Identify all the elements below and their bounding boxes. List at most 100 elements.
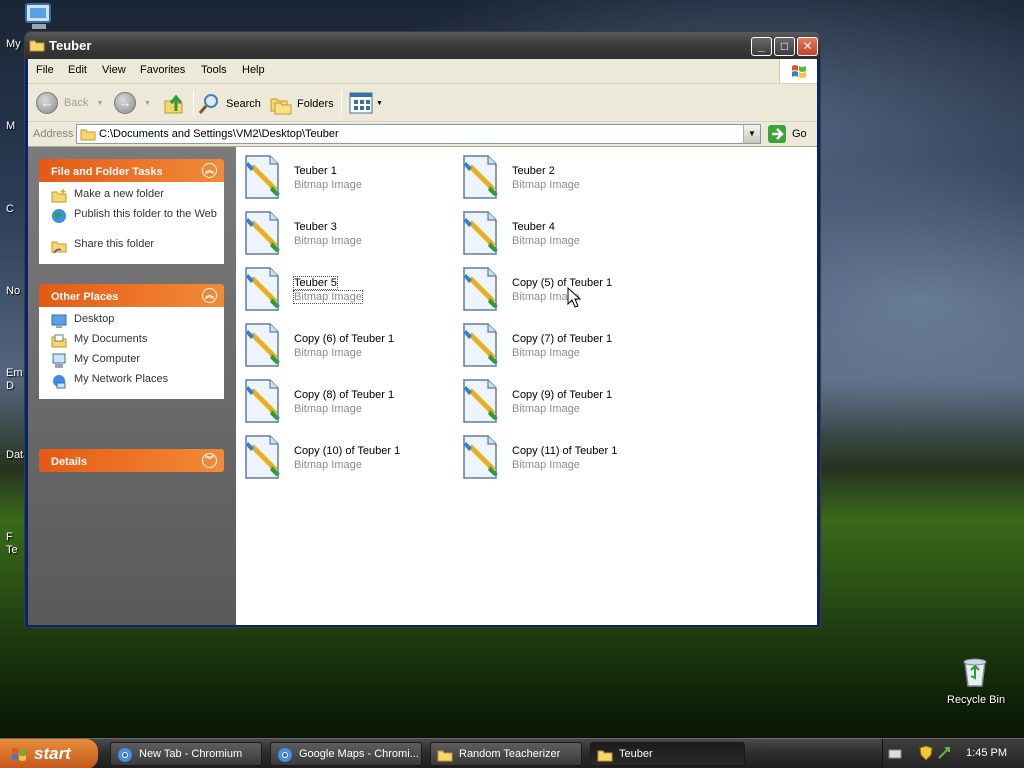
back-dropdown-icon[interactable]: ▼ <box>96 100 103 107</box>
desktop-icon-label[interactable]: C <box>6 203 14 215</box>
task-publish-folder[interactable]: Publish this folder to the Web <box>51 208 224 238</box>
place-my-documents[interactable]: My Documents <box>51 333 224 353</box>
file-item[interactable]: Teuber 5 Bitmap Image <box>238 262 448 312</box>
file-folder-tasks-panel: File and Folder Tasks ︽ Make a new folde… <box>39 159 224 264</box>
expand-chevron-icon[interactable]: ︾ <box>202 453 217 468</box>
folders-button[interactable]: Folders <box>269 92 334 116</box>
network-icon[interactable] <box>937 746 951 762</box>
task-make-new-folder[interactable]: Make a new folder <box>51 188 224 208</box>
address-label: Address <box>33 128 74 140</box>
back-button[interactable]: ← Back ▼ <box>36 92 103 114</box>
place-my-network-places[interactable]: My Network Places <box>51 373 224 393</box>
details-panel: Details ︾ <box>39 449 224 472</box>
desktop-icon-label[interactable]: D <box>6 380 14 392</box>
file-item[interactable]: Copy (10) of Teuber 1 Bitmap Image <box>238 430 448 480</box>
other-places-body: Desktop My Documents My Computer My Netw… <box>39 307 224 399</box>
bitmap-image-icon <box>460 210 504 256</box>
window-title-bar[interactable]: Teuber _ □ ✕ <box>25 32 820 59</box>
bitmap-image-icon <box>242 434 286 480</box>
file-item[interactable]: Teuber 1 Bitmap Image <box>238 150 448 200</box>
go-arrow-icon <box>768 125 786 143</box>
taskbar-button[interactable]: Google Maps - Chromi... <box>270 742 422 766</box>
file-folder-tasks-title: File and Folder Tasks <box>51 166 163 178</box>
menu-help[interactable]: Help <box>242 64 265 76</box>
taskbar-button[interactable]: New Tab - Chromium <box>110 742 262 766</box>
folders-icon <box>270 98 292 115</box>
file-item[interactable]: Copy (6) of Teuber 1 Bitmap Image <box>238 318 448 368</box>
details-header[interactable]: Details ︾ <box>39 449 224 472</box>
file-item[interactable]: Teuber 4 Bitmap Image <box>456 206 666 256</box>
file-folder-tasks-header[interactable]: File and Folder Tasks ︽ <box>39 159 224 182</box>
place-my-computer[interactable]: My Computer <box>51 353 224 373</box>
desktop-icon-label[interactable]: M <box>6 120 15 132</box>
bitmap-image-icon <box>460 434 504 480</box>
desktop-icon-computer[interactable] <box>22 2 54 32</box>
search-icon <box>198 94 218 114</box>
place-label: My Documents <box>74 333 148 345</box>
collapse-chevron-icon[interactable]: ︽ <box>202 163 217 178</box>
desktop-icon-label[interactable]: No <box>6 285 20 297</box>
address-input[interactable]: C:\Documents and Settings\VM2\Desktop\Te… <box>76 124 761 144</box>
collapse-chevron-icon[interactable]: ︽ <box>202 288 217 303</box>
menu-file[interactable]: File <box>36 64 54 76</box>
start-label: start <box>34 744 71 763</box>
up-folder-button[interactable] <box>162 92 186 116</box>
bitmap-image-icon <box>460 266 504 312</box>
start-button[interactable]: start <box>0 739 98 768</box>
computer-icon <box>25 3 51 29</box>
file-item[interactable]: Copy (5) of Teuber 1 Bitmap Image <box>456 262 666 312</box>
close-button[interactable]: ✕ <box>797 37 818 56</box>
desktop-icon-label[interactable]: F <box>6 531 13 543</box>
taskbar-button-label: New Tab - Chromium <box>139 748 243 760</box>
desktop-icon-recycle-bin[interactable]: Recycle Bin <box>940 656 1010 712</box>
task-share-folder[interactable]: Share this folder <box>51 238 224 258</box>
forward-dropdown-icon[interactable]: ▼ <box>144 100 151 107</box>
go-button[interactable]: Go <box>767 124 807 144</box>
minimize-button[interactable]: _ <box>751 37 772 56</box>
file-name: Copy (11) of Teuber 1 <box>512 445 618 457</box>
taskbar-button[interactable]: Teuber <box>590 742 745 766</box>
menu-edit[interactable]: Edit <box>68 64 87 76</box>
place-desktop[interactable]: Desktop <box>51 313 224 333</box>
security-shield-icon[interactable] <box>919 745 933 761</box>
toolbar-separator <box>341 90 342 116</box>
views-button[interactable]: ▼ <box>349 92 383 114</box>
file-type: Bitmap Image <box>512 179 580 191</box>
desktop-icon-label[interactable]: Te <box>6 544 18 556</box>
address-value: C:\Documents and Settings\VM2\Desktop\Te… <box>99 128 339 140</box>
other-places-header[interactable]: Other Places ︽ <box>39 284 224 307</box>
file-folder-tasks-body: Make a new folder Publish this folder to… <box>39 182 224 264</box>
my-computer-icon <box>52 353 66 368</box>
forward-button[interactable]: → ▼ <box>114 92 151 114</box>
search-button[interactable]: Search <box>198 92 261 116</box>
file-name: Copy (9) of Teuber 1 <box>512 389 613 401</box>
file-type: Bitmap Image <box>293 290 363 304</box>
file-item[interactable]: Copy (9) of Teuber 1 Bitmap Image <box>456 374 666 424</box>
file-item[interactable]: Teuber 3 Bitmap Image <box>238 206 448 256</box>
taskbar-button[interactable]: Random Teacherizer <box>430 742 582 766</box>
folder-icon <box>29 40 45 52</box>
go-label: Go <box>792 128 807 140</box>
windows-flag-icon <box>792 65 806 78</box>
up-folder-icon <box>164 94 183 114</box>
other-places-title: Other Places <box>51 291 119 303</box>
file-name: Copy (10) of Teuber 1 <box>294 445 401 457</box>
menu-favorites[interactable]: Favorites <box>140 64 185 76</box>
menu-view[interactable]: View <box>102 64 126 76</box>
file-item[interactable]: Copy (8) of Teuber 1 Bitmap Image <box>238 374 448 424</box>
file-item[interactable]: Copy (11) of Teuber 1 Bitmap Image <box>456 430 666 480</box>
back-arrow-icon: ← <box>36 92 58 114</box>
desktop-icon-label[interactable]: My <box>6 38 21 50</box>
views-dropdown-icon: ▼ <box>376 99 383 107</box>
file-name: Copy (7) of Teuber 1 <box>512 333 613 345</box>
menu-tools[interactable]: Tools <box>201 64 227 76</box>
file-item[interactable]: Teuber 2 Bitmap Image <box>456 150 666 200</box>
keyboard-icon[interactable] <box>888 747 902 761</box>
address-dropdown-button[interactable]: ▼ <box>743 125 760 143</box>
file-type: Bitmap Image <box>294 347 362 359</box>
desktop-icon-label[interactable]: Em <box>6 367 23 379</box>
file-name: Teuber 2 <box>512 165 555 177</box>
maximize-button[interactable]: □ <box>774 37 795 56</box>
file-name: Teuber 4 <box>512 221 555 233</box>
file-item[interactable]: Copy (7) of Teuber 1 Bitmap Image <box>456 318 666 368</box>
